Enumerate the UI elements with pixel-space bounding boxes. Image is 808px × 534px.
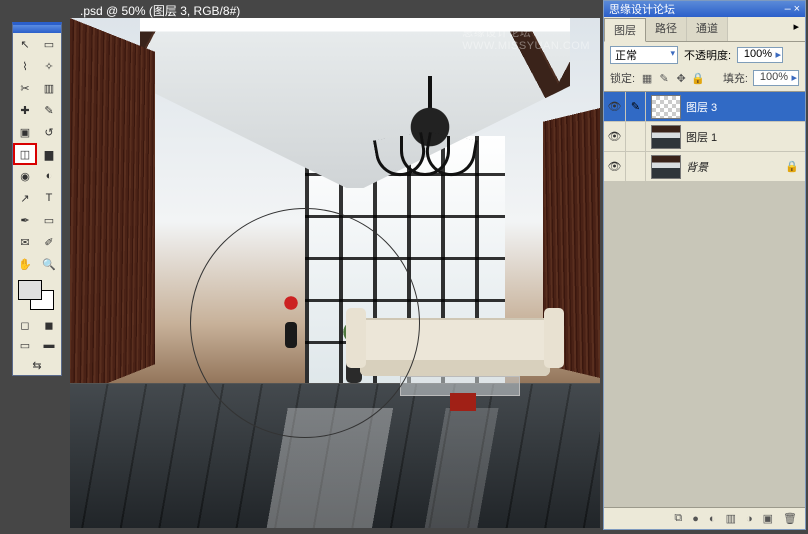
marquee-tool[interactable]: ▭ [37,33,61,55]
healing-brush-tool[interactable]: ✚ [13,99,37,121]
tab-路径[interactable]: 路径 [646,17,687,41]
layer-thumbnail[interactable] [651,155,681,179]
eyedropper-tool[interactable]: ✐ [37,231,61,253]
foreground-color-swatch[interactable] [18,280,42,300]
document-canvas[interactable]: 思缘设计论坛 WWW.MISSYUAN.COM [70,18,600,528]
crop-tool[interactable]: ✂ [13,77,37,99]
path-select-tool[interactable]: ↗ [13,187,37,209]
layer-thumbnail[interactable] [651,125,681,149]
rendered-image: 思缘设计论坛 WWW.MISSYUAN.COM [70,18,600,528]
brush-tool[interactable]: ✎ [37,99,61,121]
lock-pixels-icon[interactable]: ✎ [657,72,671,85]
left-wood-wall [70,18,155,398]
delete-layer-icon[interactable]: 🗑 [783,512,797,525]
type-tool[interactable]: T [37,187,61,209]
blur-tool[interactable]: ◉ [13,165,37,187]
red-box [450,393,476,411]
layer-mask-icon[interactable]: ◐ [709,513,716,525]
layers-panel: 思缘设计论坛 – × 图层路径通道 ▸ 正常 不透明度: 100% 锁定: ▦ ✎… [603,0,806,530]
sofa [360,318,550,376]
flowers-vase [278,293,306,348]
panel-titlebar-text: 思缘设计论坛 [609,1,675,17]
fill-input[interactable]: 100% [753,70,799,86]
notes-tool[interactable]: ✉ [13,231,37,253]
layer-name-label[interactable]: 背景 [686,159,785,175]
floor-light-patch [200,408,530,528]
screen-mode-1-icon[interactable]: ▭ [13,335,37,355]
clone-stamp-tool[interactable]: ▣ [13,121,37,143]
layer-name-label[interactable]: 图层 3 [686,99,805,115]
fill-label: 填充: [723,70,748,86]
visibility-toggle-icon[interactable]: 👁 [604,122,626,151]
layer-style-icon[interactable]: ● [692,513,699,525]
visibility-toggle-icon[interactable]: 👁 [604,152,626,181]
move-tool[interactable]: ↖ [13,33,37,55]
zoom-tool[interactable]: 🔍 [37,253,61,275]
lock-label: 锁定: [610,70,635,86]
hand-tool[interactable]: ✋ [13,253,37,275]
magic-wand-tool[interactable]: ✧ [37,55,61,77]
chandelier [370,76,490,186]
lock-all-icon[interactable]: 🔒 [691,72,705,85]
tab-图层[interactable]: 图层 [604,18,646,42]
link-column[interactable]: ✎ [626,92,646,121]
layer-row[interactable]: 👁 图层 1 [604,122,805,152]
slice-tool[interactable]: ▥ [37,77,61,99]
layers-panel-footer: ⧉ ● ◐ ▥ ◑ ▣ 🗑 [604,507,805,529]
new-layer-icon[interactable]: ▣ [763,512,773,525]
shape-tool[interactable]: ▭ [37,209,61,231]
visibility-toggle-icon[interactable]: 👁 [604,92,626,121]
layer-list: 👁✎图层 3👁图层 1👁背景🔒 [604,92,805,507]
new-group-icon[interactable]: ▥ [726,512,736,525]
eraser-tool[interactable]: ◫ [13,143,37,165]
dodge-tool[interactable]: ◐ [37,165,61,187]
toolbox-titlebar[interactable] [13,25,61,33]
minimize-icon[interactable]: – [785,3,791,15]
opacity-input[interactable]: 100% [737,47,783,63]
lasso-tool[interactable]: ⌇ [13,55,37,77]
adjustment-layer-icon[interactable]: ◑ [746,513,753,525]
quickmask-mode-icon[interactable]: ◼ [37,315,61,335]
document-title: .psd @ 50% (图层 3, RGB/8#) [80,2,240,19]
screen-mode-2-icon[interactable]: ▬ [37,335,61,355]
panel-menu-icon[interactable]: ▸ [787,17,805,41]
panel-titlebar[interactable]: 思缘设计论坛 – × [604,1,805,17]
blend-mode-select[interactable]: 正常 [610,46,678,64]
layer-name-label[interactable]: 图层 1 [686,129,805,145]
gradient-tool[interactable]: ▆ [37,143,61,165]
link-column[interactable] [626,152,646,181]
layer-thumbnail[interactable] [651,95,681,119]
watermark-text: 思缘设计论坛 WWW.MISSYUAN.COM [462,24,590,52]
color-swatches [13,275,61,315]
tab-通道[interactable]: 通道 [687,17,728,41]
jump-to-imageready-icon[interactable]: ⇆ [13,355,61,375]
standard-mode-icon[interactable]: ◻ [13,315,37,335]
opacity-label: 不透明度: [684,47,731,63]
link-layers-icon[interactable]: ⧉ [674,512,682,525]
lock-icon: 🔒 [785,160,799,173]
layer-row[interactable]: 👁✎ 图层 3 [604,92,805,122]
history-brush-tool[interactable]: ↺ [37,121,61,143]
pen-tool[interactable]: ✒ [13,209,37,231]
lock-position-icon[interactable]: ✥ [674,72,688,85]
link-column[interactable] [626,122,646,151]
toolbox-panel: ↖▭⌇✧✂▥✚✎▣↺◫▆◉◐↗T✒▭✉✐✋🔍 ◻ ◼ ▭ ▬ ⇆ [12,22,62,376]
close-icon[interactable]: × [794,3,800,15]
layer-row[interactable]: 👁 背景🔒 [604,152,805,182]
lock-transparency-icon[interactable]: ▦ [640,72,654,85]
